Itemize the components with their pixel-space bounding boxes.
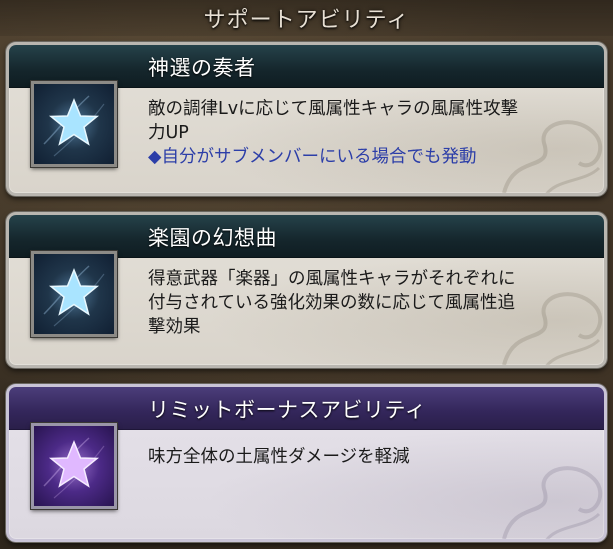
limit-icon-frame — [31, 423, 117, 509]
ability-icon-frame — [31, 81, 117, 167]
star-icon — [34, 426, 114, 506]
section-header: サポートアビリティ — [0, 0, 613, 36]
ability-name: 楽園の幻想曲 — [148, 226, 277, 250]
star-icon — [34, 84, 114, 164]
ability-icon-frame — [31, 251, 117, 337]
limit-bonus-card[interactable]: リミットボーナスアビリティ 味方全体の土属性ダメージを軽減 — [6, 384, 607, 542]
ornament-decoration — [502, 292, 603, 365]
ornament-decoration — [502, 120, 603, 193]
support-ability-card-1[interactable]: 神選の奏者 敵の調律Lvに応じて風属性キャラの風属性攻撃 力UP ◆自分がサブメ… — [6, 42, 607, 196]
star-icon — [34, 254, 114, 334]
ability-name: 神選の奏者 — [148, 56, 256, 80]
section-title: サポートアビリティ — [203, 8, 410, 33]
ornament-decoration — [502, 466, 603, 539]
support-ability-card-2[interactable]: 楽園の幻想曲 得意武器「楽器」の風属性キャラがそれぞれに 付与されている強化効果… — [6, 212, 607, 368]
limit-bonus-title: リミットボーナスアビリティ — [148, 398, 427, 422]
